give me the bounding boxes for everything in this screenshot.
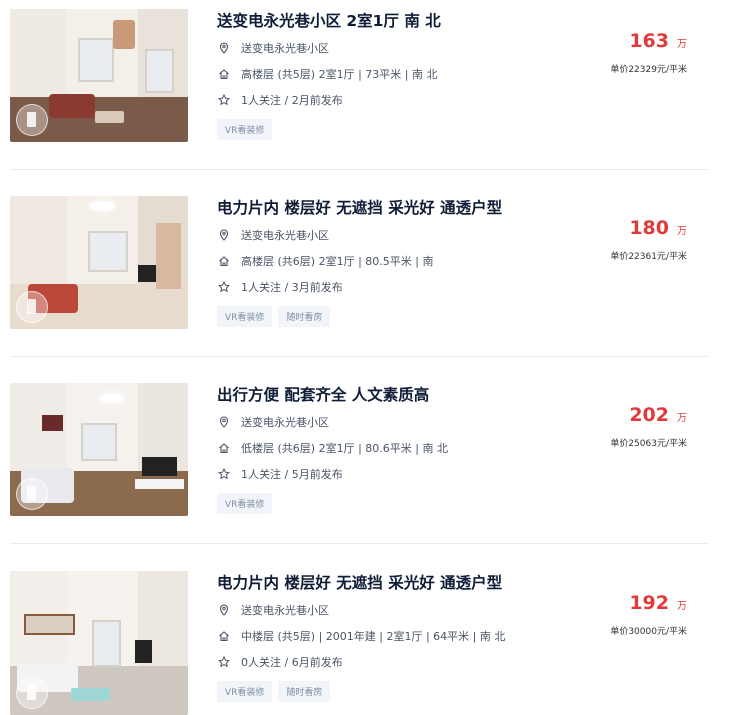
house-icon bbox=[217, 254, 231, 268]
listing-card[interactable]: 电力片内 楼层好 无遮挡 采光好 通透户型 送变电永光巷小区 中楼层 (共5层)… bbox=[0, 562, 720, 715]
listing-title[interactable]: 电力片内 楼层好 无遮挡 采光好 通透户型 bbox=[217, 196, 502, 218]
listing-photo[interactable] bbox=[10, 196, 188, 329]
divider bbox=[10, 356, 708, 357]
star-icon bbox=[217, 467, 231, 481]
follow-row: 1人关注 / 3月前发布 bbox=[217, 279, 343, 295]
location-pin-icon bbox=[217, 228, 231, 242]
price-unit: 万 bbox=[677, 601, 687, 612]
total-price: 192 万 bbox=[629, 592, 687, 614]
location-pin-icon bbox=[217, 415, 231, 429]
tag-anytime-viewing[interactable]: 随时看房 bbox=[278, 306, 331, 327]
house-info-row: 中楼层 (共5层) | 2001年建 | 2室1厅 | 64平米 | 南 北 bbox=[217, 628, 505, 644]
vr-badge-icon bbox=[16, 478, 48, 510]
follow-info: 1人关注 / 5月前发布 bbox=[241, 468, 343, 481]
tag-vr[interactable]: VR看装修 bbox=[217, 306, 273, 327]
total-price: 202 万 bbox=[629, 404, 687, 426]
house-info-row: 低楼层 (共6层) 2室1厅 | 80.6平米 | 南 北 bbox=[217, 440, 448, 456]
location-pin-icon bbox=[217, 603, 231, 617]
house-icon bbox=[217, 629, 231, 643]
follow-row: 0人关注 / 6月前发布 bbox=[217, 654, 343, 670]
unit-price: 单价30000元/平米 bbox=[610, 627, 687, 637]
listing-photo[interactable] bbox=[10, 383, 188, 516]
community-link[interactable]: 送变电永光巷小区 bbox=[241, 414, 329, 430]
community-link[interactable]: 送变电永光巷小区 bbox=[241, 602, 329, 618]
price-unit: 万 bbox=[677, 413, 687, 424]
unit-price: 单价22329元/平米 bbox=[610, 65, 687, 75]
listing-card[interactable]: 送变电永光巷小区 2室1厅 南 北 送变电永光巷小区 高楼层 (共5层) 2室1… bbox=[0, 0, 720, 170]
listing-photo[interactable] bbox=[10, 9, 188, 142]
follow-info: 1人关注 / 2月前发布 bbox=[241, 94, 343, 107]
house-info: 中楼层 (共5层) | 2001年建 | 2室1厅 | 64平米 | 南 北 bbox=[241, 630, 506, 643]
house-info: 高楼层 (共6层) 2室1厅 | 80.5平米 | 南 bbox=[241, 255, 434, 268]
price-unit: 万 bbox=[677, 226, 687, 237]
total-price: 163 万 bbox=[629, 30, 687, 52]
price-unit: 万 bbox=[677, 39, 687, 50]
tag-anytime-viewing[interactable]: 随时看房 bbox=[278, 681, 331, 702]
follow-info: 1人关注 / 3月前发布 bbox=[241, 281, 343, 294]
house-info-row: 高楼层 (共5层) 2室1厅 | 73平米 | 南 北 bbox=[217, 66, 437, 82]
location-pin-icon bbox=[217, 41, 231, 55]
tag-list: VR看装修 随时看房 bbox=[217, 306, 331, 327]
listing-title[interactable]: 出行方便 配套齐全 人文素质高 bbox=[217, 383, 429, 405]
follow-info: 0人关注 / 6月前发布 bbox=[241, 656, 343, 669]
house-info: 低楼层 (共6层) 2室1厅 | 80.6平米 | 南 北 bbox=[241, 442, 448, 455]
vr-badge-icon bbox=[16, 291, 48, 323]
listing-card[interactable]: 电力片内 楼层好 无遮挡 采光好 通透户型 送变电永光巷小区 高楼层 (共6层)… bbox=[0, 187, 720, 357]
unit-price: 单价22361元/平米 bbox=[610, 252, 687, 262]
star-icon bbox=[217, 93, 231, 107]
divider bbox=[10, 169, 708, 170]
follow-row: 1人关注 / 2月前发布 bbox=[217, 92, 343, 108]
community-row: 送变电永光巷小区 bbox=[217, 414, 329, 430]
tag-vr[interactable]: VR看装修 bbox=[217, 119, 273, 140]
house-info-row: 高楼层 (共6层) 2室1厅 | 80.5平米 | 南 bbox=[217, 253, 433, 269]
divider bbox=[10, 543, 708, 544]
community-row: 送变电永光巷小区 bbox=[217, 602, 329, 618]
vr-badge-icon bbox=[16, 104, 48, 136]
vr-badge-icon bbox=[16, 677, 48, 709]
follow-row: 1人关注 / 5月前发布 bbox=[217, 466, 343, 482]
tag-list: VR看装修 bbox=[217, 493, 273, 514]
star-icon bbox=[217, 280, 231, 294]
listing-card[interactable]: 出行方便 配套齐全 人文素质高 送变电永光巷小区 低楼层 (共6层) 2室1厅 … bbox=[0, 374, 720, 544]
community-row: 送变电永光巷小区 bbox=[217, 227, 329, 243]
house-info: 高楼层 (共5层) 2室1厅 | 73平米 | 南 北 bbox=[241, 68, 438, 81]
unit-price: 单价25063元/平米 bbox=[610, 439, 687, 449]
community-row: 送变电永光巷小区 bbox=[217, 40, 329, 56]
tag-vr[interactable]: VR看装修 bbox=[217, 493, 273, 514]
house-icon bbox=[217, 441, 231, 455]
house-icon bbox=[217, 67, 231, 81]
total-price: 180 万 bbox=[629, 217, 687, 239]
listing-photo[interactable] bbox=[10, 571, 188, 715]
tag-vr[interactable]: VR看装修 bbox=[217, 681, 273, 702]
listing-title[interactable]: 电力片内 楼层好 无遮挡 采光好 通透户型 bbox=[217, 571, 502, 593]
listing-title[interactable]: 送变电永光巷小区 2室1厅 南 北 bbox=[217, 9, 441, 31]
tag-list: VR看装修 bbox=[217, 119, 273, 140]
tag-list: VR看装修 随时看房 bbox=[217, 681, 331, 702]
community-link[interactable]: 送变电永光巷小区 bbox=[241, 227, 329, 243]
community-link[interactable]: 送变电永光巷小区 bbox=[241, 40, 329, 56]
star-icon bbox=[217, 655, 231, 669]
